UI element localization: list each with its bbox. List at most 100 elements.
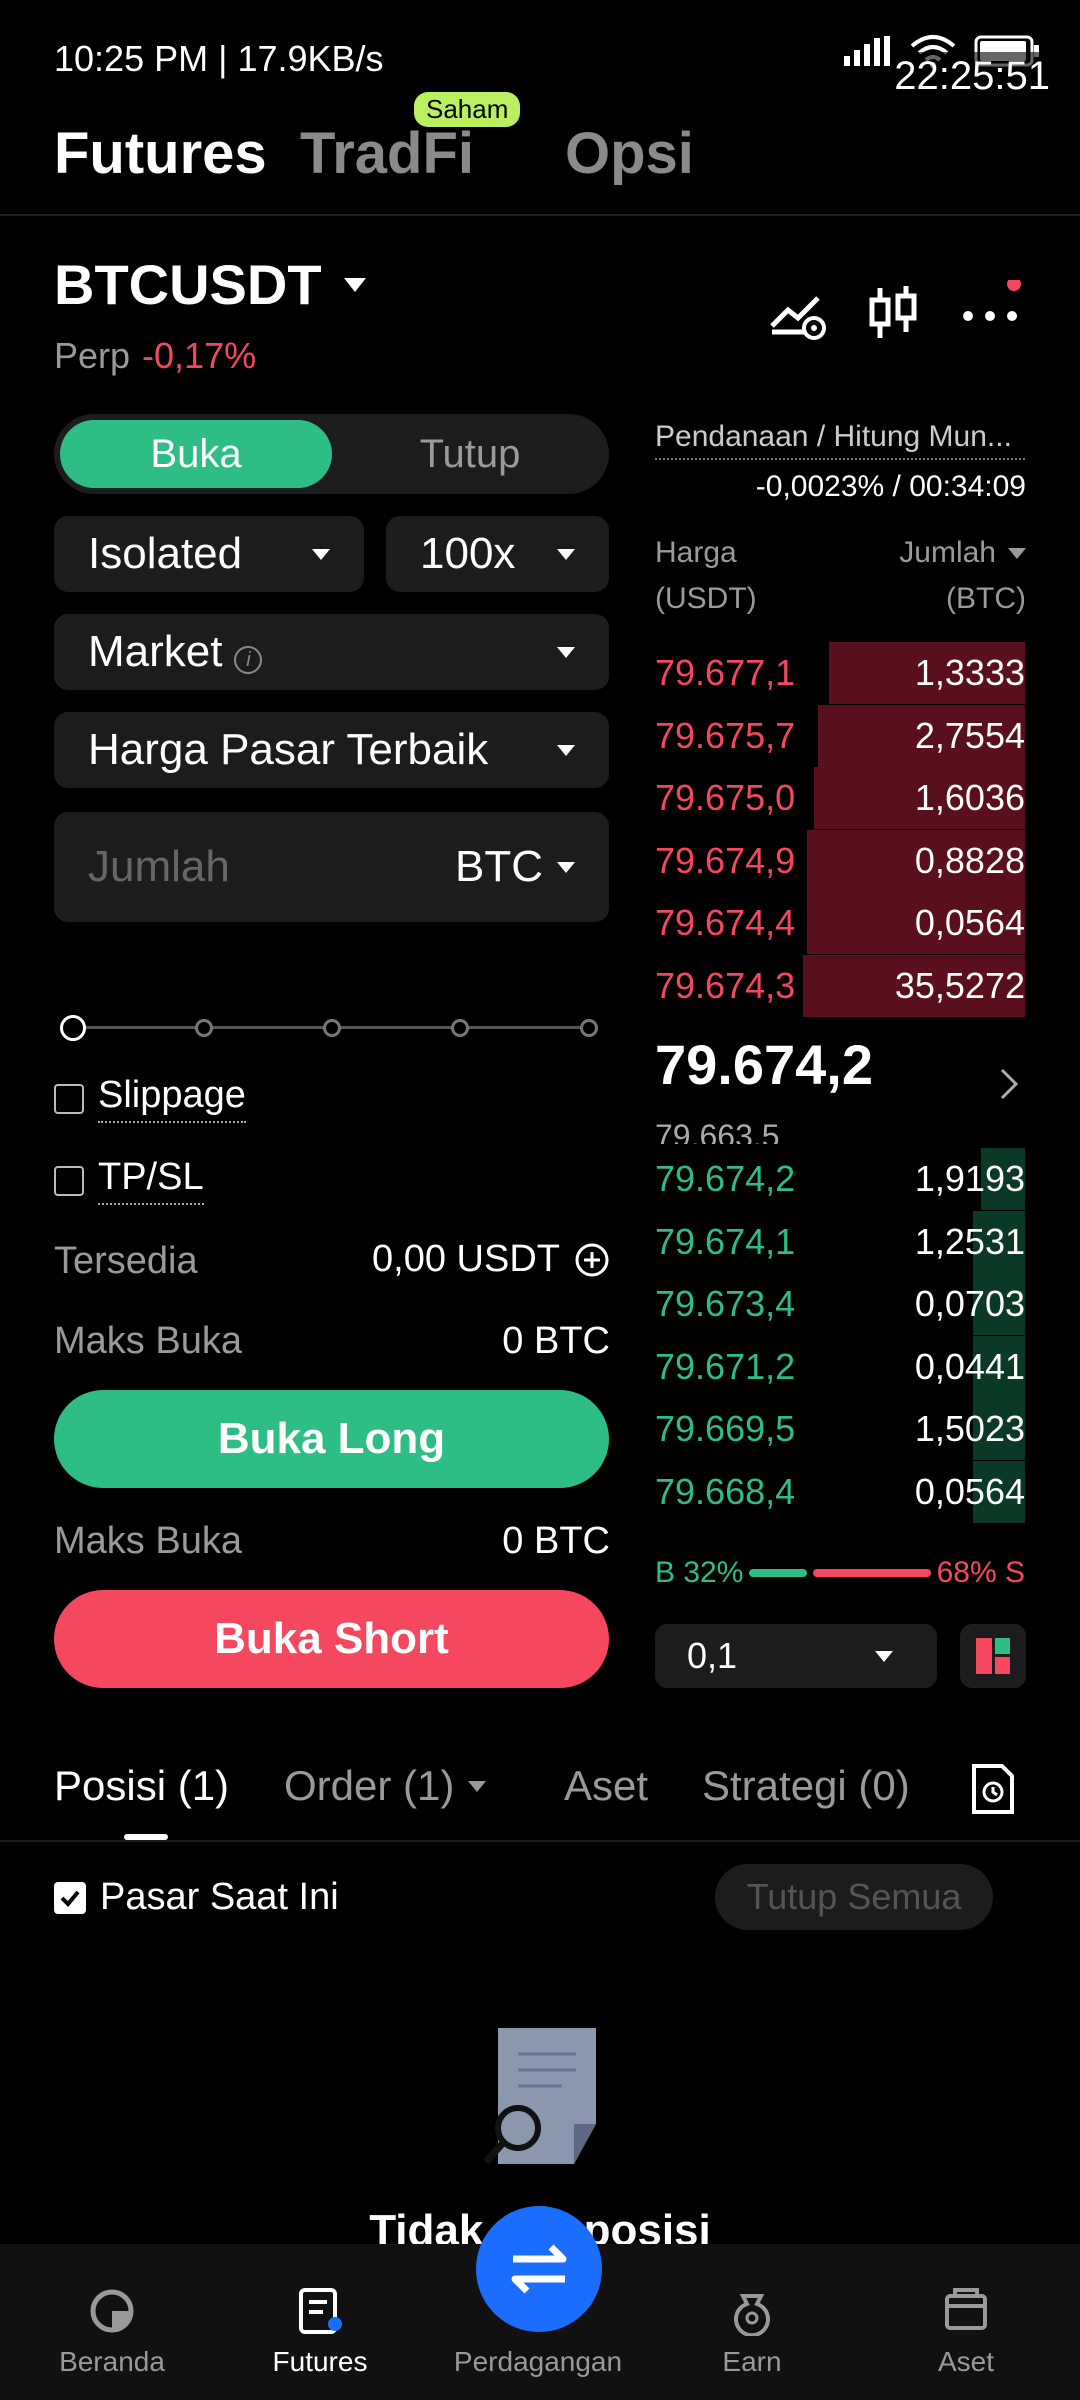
max-open-short-label: Maks Buka	[54, 1520, 242, 1562]
empty-document-icon	[483, 2028, 596, 2165]
nav-trade[interactable]: Perdagangan	[448, 2346, 628, 2378]
max-open-long-label: Maks Buka	[54, 1320, 242, 1362]
slider-step[interactable]	[451, 1019, 469, 1037]
qty-header-unit: (BTC)	[946, 582, 1026, 615]
bid-row[interactable]: 79.674,2 1,9193	[655, 1148, 1025, 1210]
nav-earn[interactable]: Earn	[662, 2286, 842, 2378]
order-type-select[interactable]: Market i	[54, 614, 609, 690]
funding-label[interactable]: Pendanaan / Hitung Mun...	[655, 420, 1025, 460]
price-mode-value: Harga Pasar Terbaik	[88, 725, 489, 774]
tab-opsi[interactable]: Opsi	[565, 120, 694, 187]
leverage-value: 100x	[420, 529, 516, 578]
ask-row[interactable]: 79.674,9 0,8828	[655, 829, 1025, 892]
bid-row[interactable]: 79.674,1 1,2531	[655, 1210, 1025, 1273]
ask-row[interactable]: 79.677,1 1,3333	[655, 642, 1025, 704]
buy-ratio: B 32%	[655, 1556, 744, 1589]
order-price: 79.668,4	[655, 1470, 796, 1512]
earn-icon	[734, 2294, 770, 2336]
tab-assets[interactable]: Aset	[564, 1762, 648, 1810]
buy-sell-ratio: B 32% 68% S	[655, 1556, 1025, 1590]
chevron-down-icon	[343, 277, 366, 292]
tab-tradfi[interactable]: TradFi	[300, 120, 474, 187]
open-tab[interactable]: Buka	[60, 420, 332, 488]
ask-row[interactable]: 79.675,0 1,6036	[655, 767, 1025, 829]
info-icon[interactable]: i	[234, 646, 263, 674]
bid-row[interactable]: 79.671,2 0,0441	[655, 1335, 1025, 1398]
order-price: 79.674,3	[655, 964, 796, 1006]
chevron-down-icon	[557, 744, 575, 756]
slippage-checkbox[interactable]: Slippage	[54, 1074, 246, 1123]
price-header: Harga (USDT)	[655, 530, 757, 622]
tab-orders[interactable]: Order (1)	[284, 1762, 487, 1810]
status-time: 10:25 PM | 17.9KB/s	[54, 38, 384, 79]
order-qty: 1,5023	[914, 1408, 1025, 1449]
order-qty: 1,9193	[914, 1158, 1025, 1199]
more-options-icon[interactable]	[958, 280, 1022, 344]
close-all-button[interactable]: Tutup Semua	[715, 1864, 993, 1930]
margin-mode-value: Isolated	[88, 529, 243, 578]
candlestick-chart-icon[interactable]	[862, 280, 926, 344]
current-market-label: Pasar Saat Ini	[100, 1876, 339, 1918]
futures-icon	[299, 2288, 342, 2334]
slider-step[interactable]	[323, 1019, 341, 1037]
trade-fab-button[interactable]	[476, 2206, 602, 2332]
tab-strategies[interactable]: Strategi (0)	[702, 1762, 910, 1810]
bid-row[interactable]: 79.673,4 0,0703	[655, 1273, 1025, 1335]
current-market-checkbox[interactable]: Pasar Saat Ini	[54, 1876, 339, 1919]
open-long-button[interactable]: Buka Long	[54, 1390, 609, 1488]
margin-mode-select[interactable]: Isolated	[54, 516, 364, 592]
order-type-value: Market	[88, 627, 223, 676]
open-short-button[interactable]: Buka Short	[54, 1590, 609, 1688]
leverage-select[interactable]: 100x	[386, 516, 609, 592]
tab-positions[interactable]: Posisi (1)	[54, 1762, 229, 1810]
slider-step[interactable]	[195, 1019, 213, 1037]
bid-row[interactable]: 79.669,5 1,5023	[655, 1398, 1025, 1460]
slider-step[interactable]	[580, 1019, 598, 1037]
chevron-right-icon[interactable]	[998, 1066, 1022, 1102]
add-circle-icon[interactable]	[574, 1242, 610, 1278]
nav-assets[interactable]: Aset	[876, 2286, 1056, 2378]
slippage-label: Slippage	[98, 1074, 246, 1123]
sell-ratio: 68% S	[936, 1556, 1025, 1589]
tab-orders-label: Order (1)	[284, 1762, 455, 1809]
order-price: 79.674,9	[655, 839, 796, 881]
qty-header[interactable]: Jumlah (BTC)	[899, 530, 1026, 622]
available-row: 0,00 USDT	[372, 1238, 610, 1281]
nav-home[interactable]: Beranda	[22, 2286, 202, 2378]
order-price: 79.674,1	[655, 1220, 796, 1262]
tpsl-checkbox[interactable]: TP/SL	[54, 1156, 204, 1205]
order-price: 79.669,5	[655, 1408, 796, 1449]
available-label: Tersedia	[54, 1240, 198, 1282]
symbol-name: BTCUSDT	[54, 253, 322, 316]
tab-futures[interactable]: Futures	[54, 120, 267, 187]
buy-ratio-bar	[749, 1569, 808, 1577]
slider-handle[interactable]	[60, 1015, 86, 1041]
swap-icon	[511, 2244, 567, 2294]
close-tab[interactable]: Tutup	[335, 420, 605, 488]
order-history-icon[interactable]	[970, 1762, 1016, 1816]
orderbook-layout-button[interactable]	[960, 1624, 1026, 1688]
price-alert-icon[interactable]	[766, 280, 830, 344]
price-header-unit: (USDT)	[655, 582, 757, 615]
amount-unit-select[interactable]: BTC	[455, 842, 575, 892]
ask-row[interactable]: 79.674,4 0,0564	[655, 892, 1025, 954]
symbol-selector[interactable]: BTCUSDT	[54, 252, 366, 317]
order-qty: 0,0703	[914, 1283, 1025, 1324]
checkbox-checked-icon[interactable]	[54, 1881, 86, 1914]
chevron-down-icon	[468, 1780, 487, 1792]
tick-size-select[interactable]: 0,1	[655, 1624, 937, 1688]
checkbox-icon[interactable]	[54, 1165, 84, 1196]
ask-row[interactable]: 79.674,3 35,5272	[655, 954, 1025, 1017]
amount-input[interactable]: Jumlah BTC	[54, 812, 609, 922]
price-mode-select[interactable]: Harga Pasar Terbaik	[54, 712, 609, 788]
sell-ratio-bar	[813, 1569, 931, 1577]
bid-row[interactable]: 79.668,4 0,0564	[655, 1460, 1025, 1523]
checkbox-icon[interactable]	[54, 1083, 84, 1114]
contract-type: Perp	[54, 335, 131, 376]
ask-row[interactable]: 79.675,7 2,7554	[655, 704, 1025, 767]
max-open-long-value: 0 BTC	[502, 1320, 610, 1362]
order-qty: 2,7554	[914, 714, 1025, 756]
nav-futures[interactable]: Futures	[230, 2286, 410, 2378]
order-price: 79.671,2	[655, 1345, 796, 1387]
chevron-down-icon	[1008, 547, 1026, 559]
